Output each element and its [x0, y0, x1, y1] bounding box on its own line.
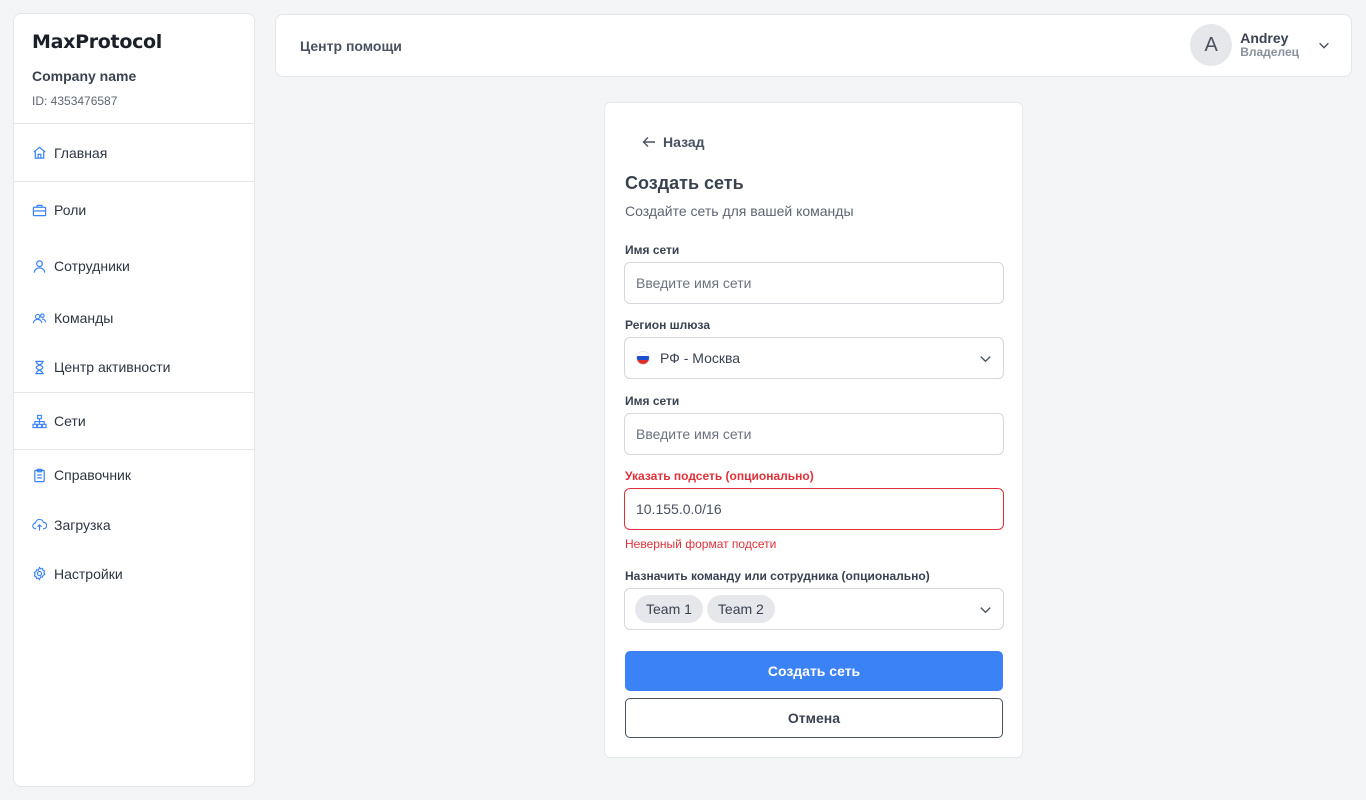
sidebar-item-label: Сотрудники: [54, 258, 130, 274]
chevron-down-icon[interactable]: [1317, 38, 1331, 52]
page-subtitle: Создайте сеть для вашей команды: [625, 203, 854, 219]
sidebar-item-label: Центр активности: [54, 359, 171, 375]
sidebar-item-label: Сети: [54, 413, 86, 429]
russia-flag-icon: [636, 351, 650, 365]
team-chip[interactable]: Team 2: [706, 595, 775, 623]
sidebar-item-label: Настройки: [54, 565, 123, 582]
user-role: Владелец: [1240, 45, 1299, 60]
cloud-upload-icon: [32, 517, 47, 532]
chevron-down-icon: [980, 356, 991, 363]
sidebar: MaxProtocol Company name ID: 4353476587 …: [13, 13, 255, 787]
team-chip[interactable]: Team 1: [635, 595, 703, 623]
clipboard-icon: [32, 468, 47, 483]
gateway-region-label: Регион шлюза: [625, 318, 711, 332]
sidebar-item-label: Роли: [54, 202, 87, 218]
briefcase-icon: [32, 203, 47, 218]
assign-label: Назначить команду или сотрудника (опцион…: [625, 569, 930, 583]
gear-icon: [32, 566, 47, 581]
create-network-card: Назад Создать сеть Создайте сеть для ваш…: [604, 102, 1023, 758]
network-name-2-label: Имя сети: [625, 394, 680, 408]
user-name: Andrey: [1240, 30, 1289, 47]
sidebar-item-label: Команды: [54, 310, 114, 326]
home-icon: [32, 145, 47, 160]
company-name: Company name: [32, 68, 137, 84]
sidebar-item-label: Справочник: [54, 467, 131, 483]
network-name-label: Имя сети: [625, 243, 680, 257]
gateway-region-select[interactable]: РФ - Москва: [624, 337, 1004, 379]
users-icon: [32, 311, 47, 326]
sidebar-item-networks[interactable]: Сети: [14, 393, 254, 449]
sidebar-item-home[interactable]: Главная: [14, 124, 254, 181]
arrow-left-icon: [642, 137, 655, 147]
gateway-region-value: РФ - Москва: [660, 350, 741, 366]
assign-select[interactable]: Team 1 Team 2: [624, 588, 1004, 630]
back-label: Назад: [663, 134, 705, 150]
company-id: ID: 4353476587: [32, 94, 118, 108]
network-icon: [32, 414, 47, 429]
create-network-button[interactable]: Создать сеть: [625, 651, 1003, 691]
user-icon: [32, 259, 47, 274]
sidebar-item-directory[interactable]: Справочник: [14, 450, 254, 500]
subnet-input[interactable]: [624, 488, 1004, 530]
subnet-error-message: Неверный формат подсети: [625, 537, 777, 551]
sidebar-item-roles[interactable]: Роли: [14, 182, 254, 238]
sidebar-item-activity[interactable]: Центр активности: [14, 342, 254, 392]
avatar[interactable]: A: [1190, 24, 1233, 66]
sidebar-item-upload[interactable]: Загрузка: [14, 500, 254, 549]
subnet-label: Указать подсеть (опционально): [625, 469, 814, 483]
user-info: Andrey Владелец: [1240, 30, 1299, 60]
sidebar-item-label: Загрузка: [54, 516, 111, 533]
top-bar: Центр помощи A Andrey Владелец: [275, 14, 1352, 77]
sidebar-item-employees[interactable]: Сотрудники: [14, 238, 254, 294]
brand-block: MaxProtocol Company name ID: 4353476587: [14, 14, 254, 124]
user-menu[interactable]: A Andrey Владелец: [1190, 24, 1331, 66]
cancel-button[interactable]: Отмена: [625, 698, 1003, 738]
logo[interactable]: MaxProtocol: [32, 30, 236, 54]
network-name-2-input[interactable]: [624, 413, 1004, 455]
page-title: Создать сеть: [625, 173, 744, 193]
chevron-down-icon: [980, 607, 991, 614]
sidebar-item-settings[interactable]: Настройки: [14, 549, 254, 598]
back-button[interactable]: Назад: [641, 134, 705, 150]
hourglass-icon: [32, 360, 47, 375]
sidebar-item-label: Главная: [54, 144, 108, 161]
sidebar-item-teams[interactable]: Команды: [14, 294, 254, 342]
network-name-input[interactable]: [624, 262, 1004, 304]
help-center-link[interactable]: Центр помощи: [300, 38, 402, 54]
